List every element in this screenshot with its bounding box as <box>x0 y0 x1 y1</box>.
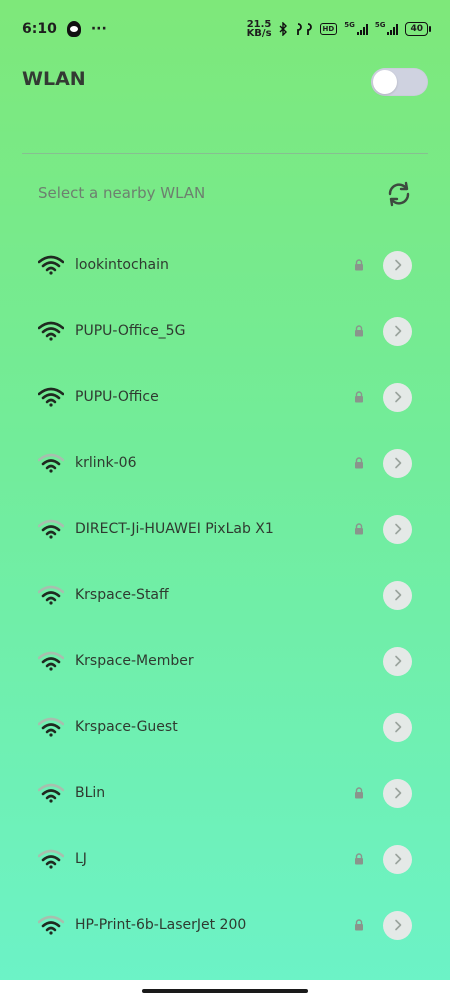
chevron-right-icon <box>394 919 401 931</box>
divider <box>22 153 428 154</box>
wlan-toggle-knob <box>373 70 397 94</box>
network-item[interactable]: Krspace-Staff <box>0 562 450 628</box>
lock-icon <box>355 853 363 865</box>
network-item[interactable]: Krspace-Member <box>0 628 450 694</box>
network-item[interactable]: HP-Print-6b-LaserJet 200 <box>0 892 450 958</box>
wifi-signal-icon <box>38 585 64 605</box>
signal-2-type: 5G <box>374 21 386 29</box>
wifi-signal-icon <box>38 453 64 473</box>
chevron-right-icon <box>394 853 401 865</box>
wifi-signal-icon <box>38 255 64 275</box>
network-details-button[interactable] <box>383 646 412 676</box>
signal-2-bars-icon <box>387 23 399 35</box>
lock-icon <box>355 391 363 403</box>
network-speed-unit: KB/s <box>246 28 272 39</box>
network-ssid: LJ <box>75 851 87 867</box>
network-ssid: BLin <box>75 785 106 801</box>
signal-1-type: 5G <box>344 21 355 29</box>
status-bar: 6:10 ··· 21.5 KB/s HD 5G 5G 40 <box>0 0 450 58</box>
network-list: lookintochain PUPU-Office_5G PUPU-Office kr… <box>0 232 450 958</box>
refresh-icon[interactable] <box>386 181 412 207</box>
chevron-right-icon <box>394 787 401 799</box>
lock-icon <box>355 523 363 535</box>
signal-1-bars-icon <box>356 23 368 35</box>
wifi-signal-icon <box>38 321 64 341</box>
network-details-button[interactable] <box>383 844 412 874</box>
wifi-signal-icon <box>38 519 64 539</box>
network-ssid: Krspace-Staff <box>75 587 169 603</box>
lock-icon <box>355 787 363 799</box>
network-details-button[interactable] <box>383 778 412 808</box>
signal-1: 5G <box>344 21 368 35</box>
wifi-signal-icon <box>38 717 64 737</box>
network-item[interactable]: Krspace-Guest <box>0 694 450 760</box>
page-title: WLAN <box>22 68 86 90</box>
network-ssid: HP-Print-6b-LaserJet 200 <box>75 917 247 933</box>
network-ssid: DIRECT-Ji-HUAWEI PixLab X1 <box>75 521 274 537</box>
network-item[interactable]: krlink-06 <box>0 430 450 496</box>
chevron-right-icon <box>394 457 401 469</box>
status-right: 21.5 KB/s HD 5G 5G 40 <box>246 20 431 39</box>
lock-icon <box>355 259 363 271</box>
home-indicator[interactable] <box>142 989 308 993</box>
network-details-button[interactable] <box>383 316 412 346</box>
signal-2: 5G <box>374 21 399 35</box>
network-details-button[interactable] <box>383 382 412 412</box>
chevron-right-icon <box>394 655 401 667</box>
chevron-right-icon <box>394 589 401 601</box>
wifi-signal-icon <box>38 915 64 935</box>
status-left: 6:10 ··· <box>22 21 107 37</box>
network-details-button[interactable] <box>383 250 412 280</box>
chevron-right-icon <box>394 391 401 403</box>
network-details-button[interactable] <box>383 712 412 742</box>
chevron-right-icon <box>394 259 401 271</box>
network-item[interactable]: LJ <box>0 826 450 892</box>
lock-icon <box>355 457 363 469</box>
qq-icon <box>66 21 81 37</box>
network-item[interactable]: PUPU-Office <box>0 364 450 430</box>
network-ssid: Krspace-Guest <box>75 719 178 735</box>
network-ssid: Krspace-Member <box>75 653 194 669</box>
chevron-right-icon <box>394 721 401 733</box>
network-ssid: PUPU-Office <box>75 389 159 405</box>
network-details-button[interactable] <box>383 514 412 544</box>
lock-icon <box>355 919 363 931</box>
wifi-signal-icon <box>38 783 64 803</box>
bluetooth-icon <box>279 22 287 36</box>
network-ssid: PUPU-Office_5G <box>75 323 186 339</box>
battery-indicator: 40 <box>405 22 431 36</box>
network-ssid: lookintochain <box>75 257 169 273</box>
status-time: 6:10 <box>22 21 57 37</box>
nearby-wlan-label: Select a nearby WLAN <box>38 184 206 202</box>
status-more-dots: ··· <box>90 21 107 37</box>
network-item[interactable]: PUPU-Office_5G <box>0 298 450 364</box>
network-item[interactable]: BLin <box>0 760 450 826</box>
network-speed: 21.5 KB/s <box>246 20 272 39</box>
network-details-button[interactable] <box>383 448 412 478</box>
wifi-signal-icon <box>38 387 64 407</box>
chevron-right-icon <box>394 523 401 535</box>
wlan-toggle[interactable] <box>371 68 428 96</box>
chevron-right-icon <box>394 325 401 337</box>
wifi-signal-icon <box>38 849 64 869</box>
network-ssid: krlink-06 <box>75 455 137 471</box>
network-item[interactable]: lookintochain <box>0 232 450 298</box>
earbuds-icon <box>296 23 312 35</box>
network-item[interactable]: DIRECT-Ji-HUAWEI PixLab X1 <box>0 496 450 562</box>
network-details-button[interactable] <box>383 910 412 940</box>
wifi-signal-icon <box>38 651 64 671</box>
lock-icon <box>355 325 363 337</box>
hd-voice-badge: HD <box>319 23 338 35</box>
network-details-button[interactable] <box>383 580 412 610</box>
